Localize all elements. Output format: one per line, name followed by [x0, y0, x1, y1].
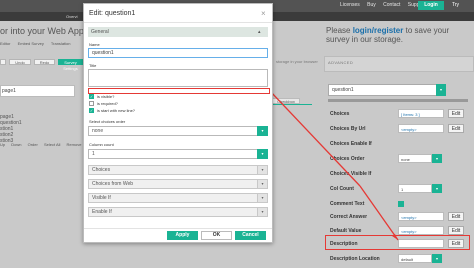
- chevron-down-icon[interactable]: ▾: [257, 165, 268, 175]
- checkbox-required[interactable]: [89, 101, 94, 106]
- column-count-dropdown[interactable]: 1: [88, 149, 258, 159]
- visible-label: is visible?: [97, 94, 115, 99]
- close-icon[interactable]: ×: [261, 9, 266, 18]
- cancel-button[interactable]: Cancel: [235, 231, 266, 240]
- apply-button[interactable]: Apply: [167, 231, 198, 240]
- visible-if-section[interactable]: Visible If: [88, 193, 258, 203]
- choices-order-label: Select choices order: [89, 119, 126, 124]
- chevron-down-icon[interactable]: ▾: [257, 179, 268, 189]
- checkbox-visible[interactable]: ✓: [89, 94, 94, 99]
- checkbox-start-new-line[interactable]: ✓: [89, 108, 94, 113]
- title-label: Title: [89, 63, 97, 68]
- chevron-down-icon[interactable]: ▾: [257, 126, 268, 136]
- dialog-divider: [84, 22, 272, 23]
- column-count-label: Column count: [89, 142, 114, 147]
- collapse-icon[interactable]: ▴: [258, 29, 261, 35]
- title-highlight: [88, 88, 270, 94]
- chevron-down-icon[interactable]: ▾: [257, 207, 268, 217]
- required-label: is required?: [97, 101, 118, 106]
- choices-section[interactable]: Choices: [88, 165, 258, 175]
- name-input[interactable]: question1: [88, 48, 268, 58]
- enable-if-section[interactable]: Enable If: [88, 207, 258, 217]
- ok-button[interactable]: OK: [201, 231, 232, 240]
- choices-from-web-section[interactable]: Choices from Web: [88, 179, 258, 189]
- start-new-line-label: is start with new line?: [97, 108, 136, 113]
- chevron-down-icon[interactable]: ▾: [257, 149, 268, 159]
- choices-order-dropdown[interactable]: none: [88, 126, 258, 136]
- dialog-title: Edit: question1: [89, 10, 136, 17]
- dialog-footer-divider: [84, 228, 272, 229]
- chevron-down-icon[interactable]: ▾: [257, 193, 268, 203]
- name-label: Name: [89, 42, 100, 47]
- general-section-header[interactable]: General: [88, 27, 268, 37]
- title-input[interactable]: [88, 69, 268, 87]
